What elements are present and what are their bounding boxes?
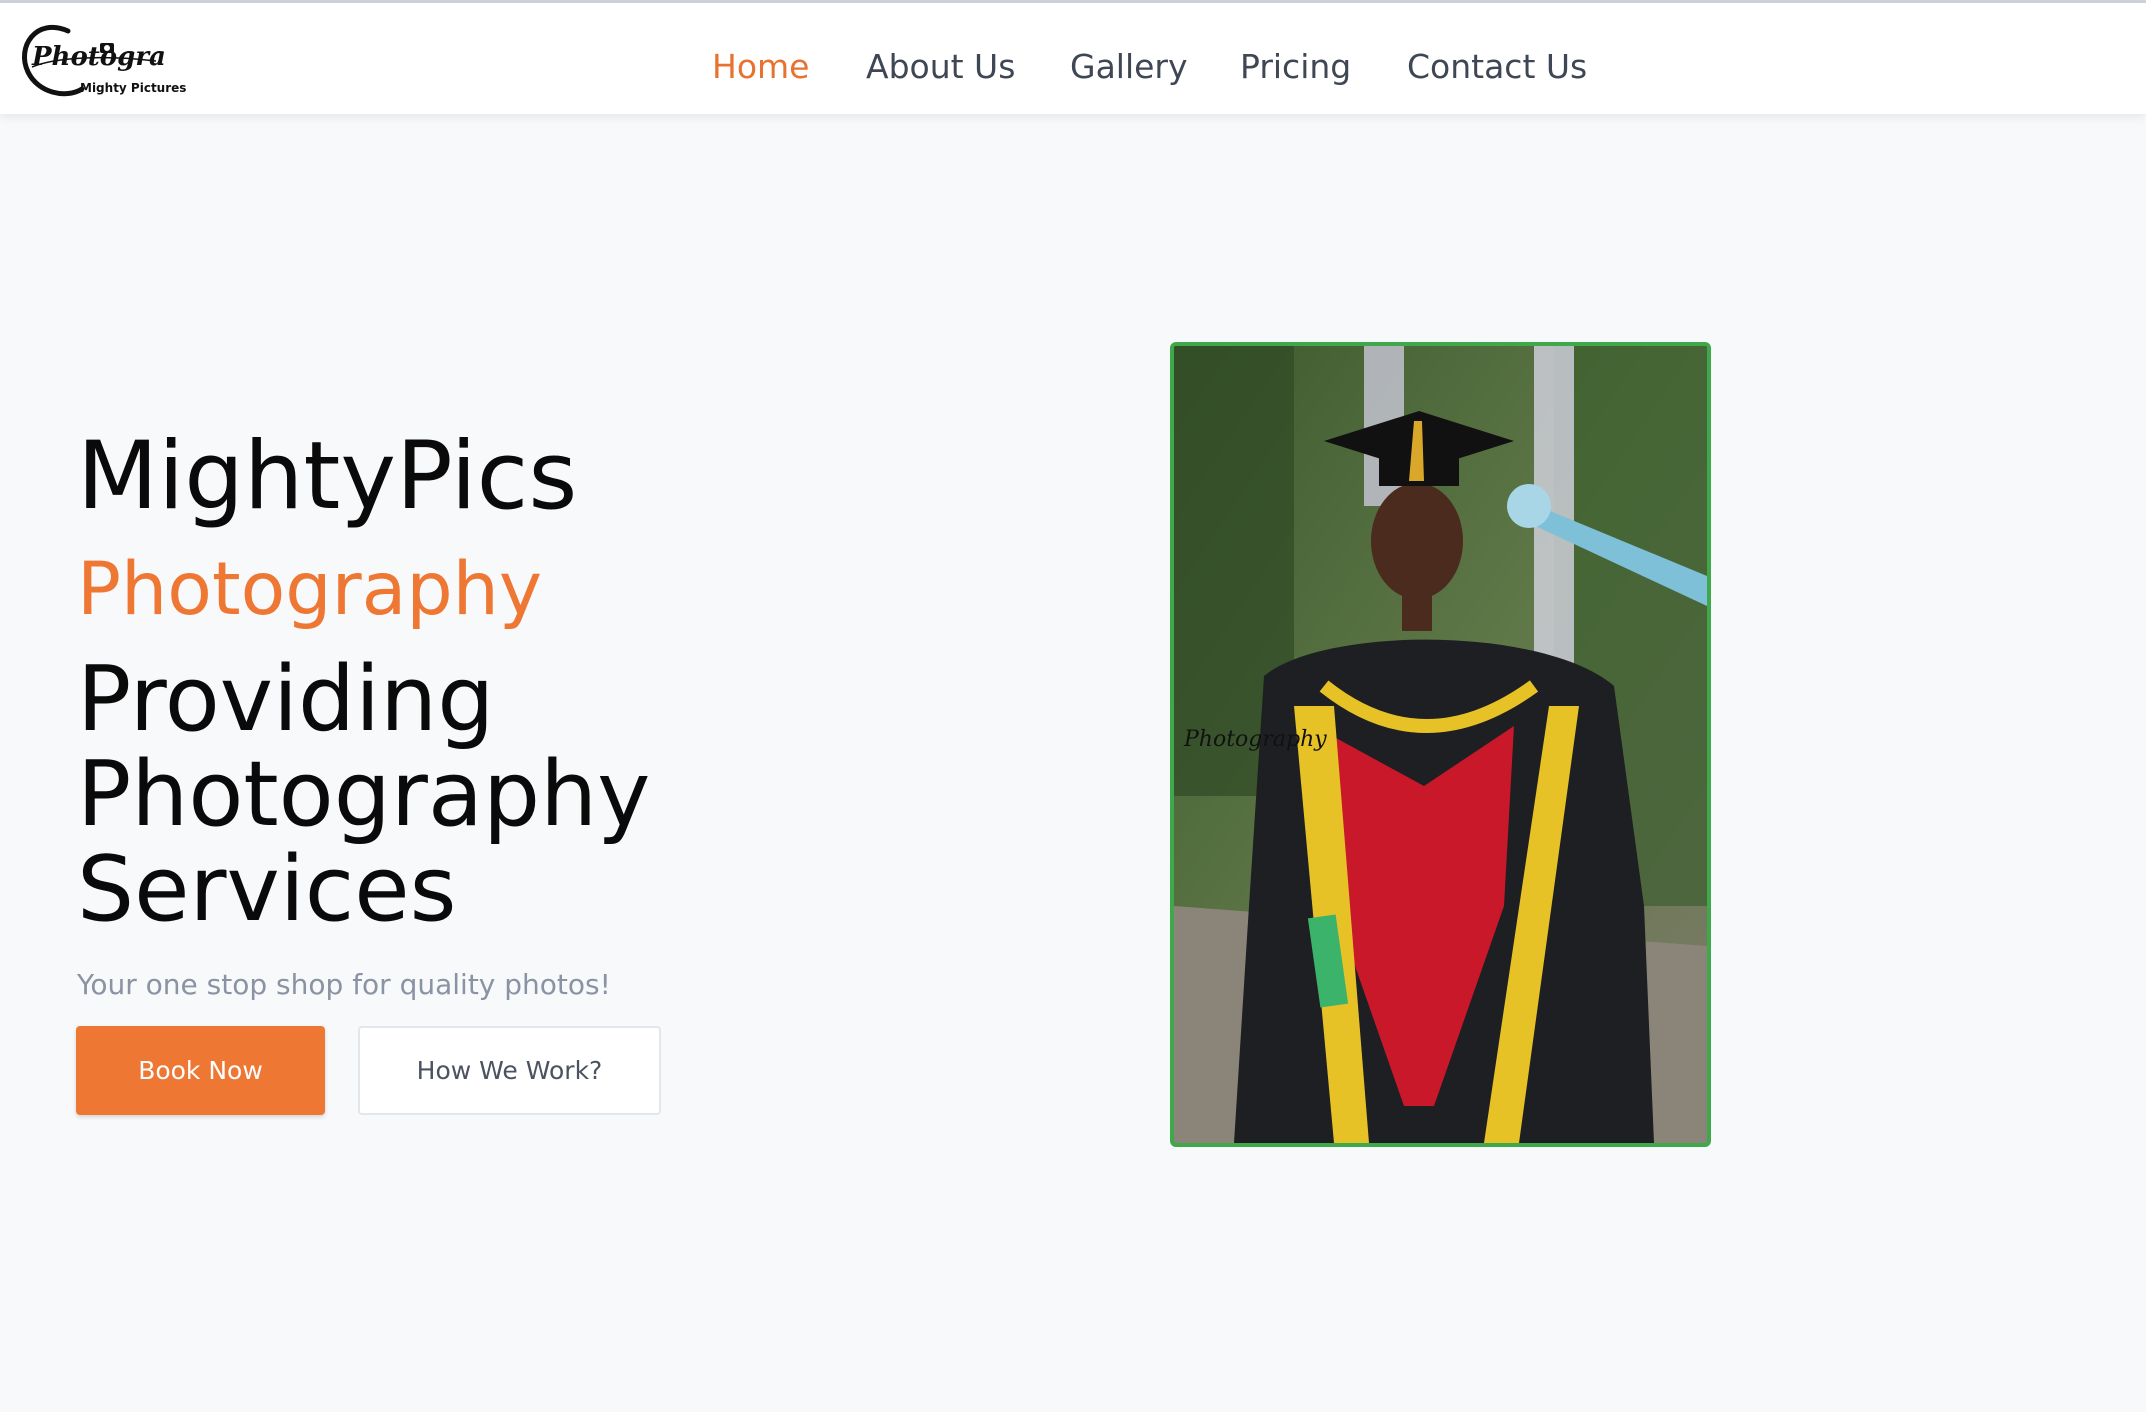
nav-contact-us[interactable]: Contact Us: [1407, 47, 1587, 86]
nav-pricing[interactable]: Pricing: [1240, 47, 1351, 86]
hero-tagline: Your one stop shop for quality photos!: [77, 968, 611, 1001]
how-we-work-button[interactable]: How We Work?: [358, 1026, 661, 1115]
nav-gallery[interactable]: Gallery: [1070, 47, 1188, 86]
headline-line: Photography: [77, 742, 651, 847]
book-now-button[interactable]: Book Now: [76, 1026, 325, 1115]
photo-watermark: Photography: [1183, 727, 1327, 752]
nav-about-us[interactable]: About Us: [866, 47, 1015, 86]
main-nav: Home About Us Gallery Pricing Contact Us: [0, 3, 2146, 114]
hero-headline: Providing Photography Services: [77, 652, 797, 937]
headline-line: Services: [77, 837, 457, 942]
brand-accent: Photography: [77, 547, 543, 632]
headline-line: Providing: [77, 647, 495, 752]
graduate-photo-icon: Photography: [1174, 346, 1707, 1143]
hero-photo: Photography: [1170, 342, 1711, 1147]
brand-title: MightyPics: [77, 422, 578, 531]
nav-home[interactable]: Home: [712, 47, 809, 86]
site-header: Photography Mighty Pictures Home About U…: [0, 3, 2146, 114]
